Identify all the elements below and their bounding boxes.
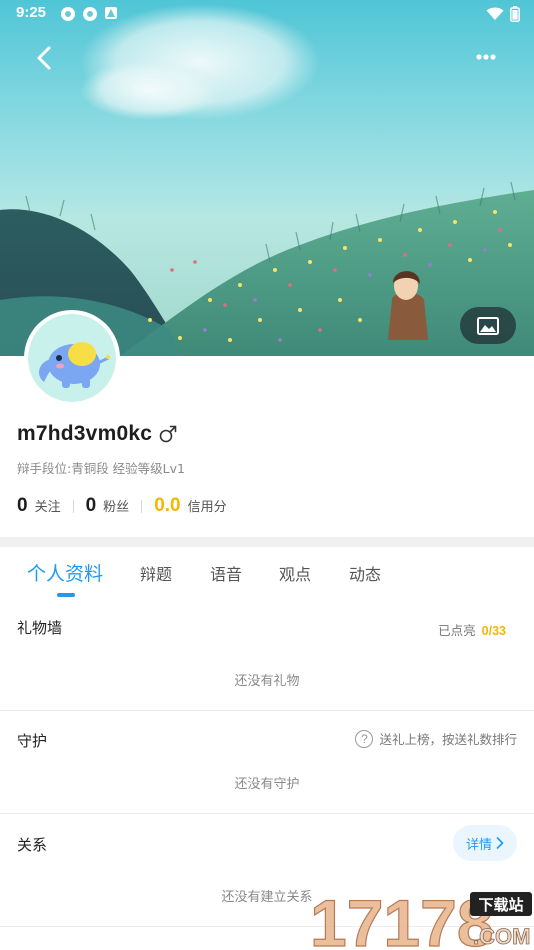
site-watermark-logo: 17178 下载站 .COM [310, 888, 532, 950]
tab-opinions[interactable]: 观点 [279, 561, 311, 585]
watermark-tag-text: 下载站 [478, 896, 523, 914]
tab-profile[interactable]: 个人资料 [27, 559, 103, 586]
relations-title: 关系 [17, 836, 48, 854]
battery-icon [510, 6, 520, 22]
male-gender-icon [159, 425, 177, 443]
stat-divider [72, 499, 74, 513]
notification-icons [60, 6, 118, 22]
tab-topics[interactable]: 辩题 [140, 561, 172, 585]
more-dots-icon [476, 54, 496, 60]
credit-score-value: 0.0 [154, 495, 181, 516]
gift-lit-count: 0/33 [481, 624, 506, 638]
app-notification-icon [61, 7, 75, 21]
guard-title: 守护 [17, 732, 48, 750]
username: m7hd3vm0kc [17, 422, 153, 445]
alert-notification-icon [105, 7, 117, 19]
back-button[interactable] [24, 38, 64, 78]
followers-label: 粉丝 [103, 500, 130, 515]
gift-lit-info[interactable]: 已点亮 0/33 [438, 620, 506, 639]
following-stat[interactable]: 0 关注 [17, 495, 61, 517]
section-divider [0, 537, 534, 547]
followers-stat[interactable]: 0 粉丝 [86, 495, 130, 517]
following-label: 关注 [34, 500, 61, 515]
watermark-logo-text: 17178 [310, 888, 494, 950]
guard-empty-text: 还没有守护 [234, 777, 300, 792]
guard-hint-text: 送礼上榜，按送礼数排行 [379, 732, 517, 747]
gift-wall-section: 礼物墙 已点亮 0/33 还没有礼物 [0, 600, 534, 711]
tab-voice[interactable]: 语音 [210, 561, 242, 585]
cover-image[interactable]: 9:25 [0, 0, 534, 356]
image-icon [477, 316, 499, 335]
profile-tabs: 个人资料 辩题 语音 观点 动态 [0, 548, 534, 600]
credit-score-label: 信用分 [187, 500, 227, 515]
chevron-left-icon [37, 46, 51, 70]
rank-level-text: 辩手段位:青铜段 经验等级Lv1 [17, 461, 185, 476]
guard-hint[interactable]: ? 送礼上榜，按送礼数排行 [355, 729, 517, 748]
avatar[interactable] [24, 310, 120, 406]
wifi-icon [486, 7, 504, 20]
stat-divider [141, 499, 143, 513]
username-row: m7hd3vm0kc [17, 422, 178, 446]
elephant-avatar-icon [39, 342, 110, 388]
stats-row: 0 关注 0 粉丝 0.0 信用分 [17, 495, 227, 517]
tab-feed[interactable]: 动态 [349, 561, 381, 585]
app-notification-icon [83, 7, 97, 21]
active-tab-indicator [57, 593, 75, 597]
more-options-button[interactable] [468, 42, 504, 72]
gift-empty-text: 还没有礼物 [234, 674, 300, 689]
following-count: 0 [17, 495, 28, 516]
help-question-icon: ? [355, 729, 374, 748]
credit-score-stat[interactable]: 0.0 信用分 [154, 495, 226, 517]
change-cover-button[interactable] [460, 307, 516, 344]
meadow-illustration [0, 4, 534, 356]
relations-details-button[interactable]: 详情 [453, 825, 517, 861]
followers-count: 0 [85, 495, 97, 516]
status-bar: 9:25 [0, 0, 534, 30]
gift-lit-label: 已点亮 [438, 623, 476, 638]
gift-wall-title: 礼物墙 [17, 619, 63, 637]
guard-section: 守护 ? 送礼上榜，按送礼数排行 还没有守护 [0, 711, 534, 814]
details-label: 详情 [465, 837, 492, 853]
watermark-domain-text: .COM [473, 924, 530, 949]
system-icons [486, 6, 520, 22]
status-time: 9:25 [16, 4, 47, 21]
chevron-right-icon [496, 837, 504, 849]
